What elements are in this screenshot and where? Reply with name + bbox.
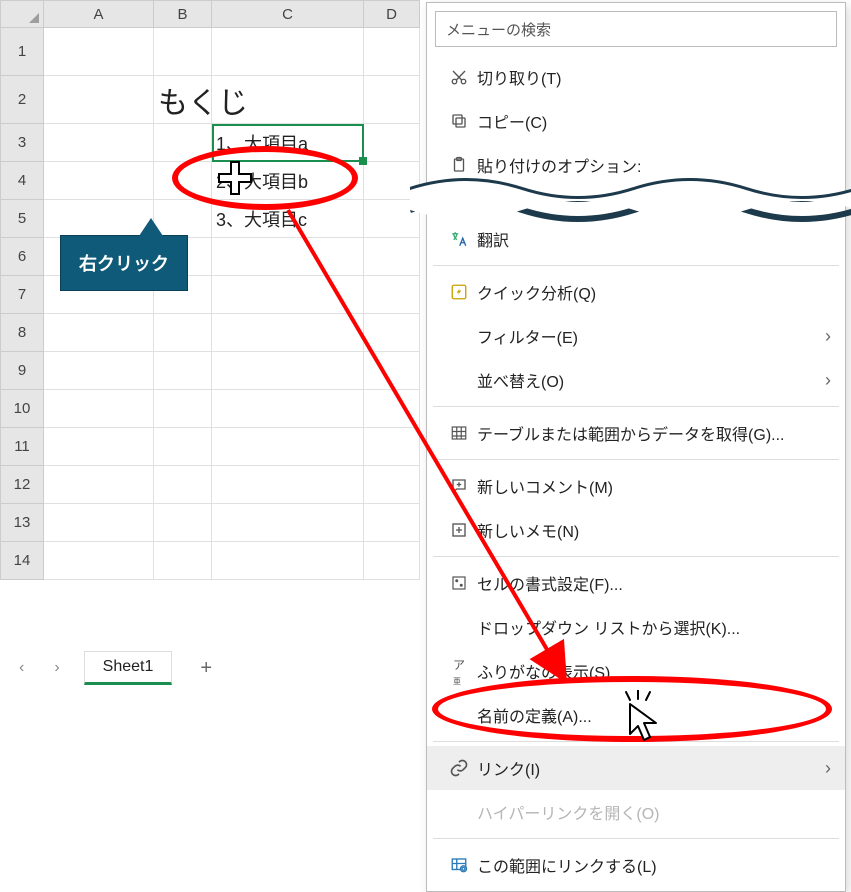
menu-sort-label: 並べ替え(O) <box>477 368 825 392</box>
menu-cut-label: 切り取り(T) <box>477 65 831 89</box>
quick-analysis-icon <box>441 283 477 301</box>
menu-quick-label: クイック分析(Q) <box>477 280 831 304</box>
menu-comment-label: 新しいコメント(M) <box>477 474 831 498</box>
col-header-B[interactable]: B <box>154 0 212 28</box>
table-icon <box>441 424 477 442</box>
menu-separator <box>433 556 839 557</box>
furigana-icon: ア亜 <box>441 656 477 687</box>
row-header-11[interactable]: 11 <box>0 428 44 466</box>
menu-linkrange-label: この範囲にリンクする(L) <box>477 853 831 877</box>
format-cells-icon <box>441 574 477 592</box>
col-header-D[interactable]: D <box>364 0 420 28</box>
menu-openlink-label: ハイパーリンクを開く(O) <box>477 800 831 824</box>
sheet-tab-bar: ‹ › Sheet1 + <box>13 648 413 688</box>
translate-icon <box>441 230 477 248</box>
menu-sort[interactable]: 並べ替え(O) › <box>427 358 845 402</box>
comment-icon <box>441 477 477 495</box>
row-header-12[interactable]: 12 <box>0 466 44 504</box>
link-icon <box>441 758 477 778</box>
menu-furigana[interactable]: ア亜 ふりがなの表示(S) <box>427 649 845 693</box>
row-header-3[interactable]: 3 <box>0 124 44 162</box>
menu-paste-options[interactable]: 貼り付けのオプション: <box>427 143 845 187</box>
menu-filter-label: フィルター(E) <box>477 324 825 348</box>
menu-link[interactable]: リンク(I) › <box>427 746 845 790</box>
link-range-icon <box>441 856 477 874</box>
chevron-right-icon: › <box>825 370 831 391</box>
note-icon <box>441 521 477 539</box>
menu-search-input[interactable]: メニューの検索 <box>435 11 837 47</box>
menu-translate-label: 翻訳 <box>477 227 831 251</box>
tab-next-button[interactable]: › <box>48 659 65 677</box>
add-sheet-button[interactable]: + <box>190 657 222 680</box>
paste-icon <box>441 156 477 174</box>
menu-table-label: テーブルまたは範囲からデータを取得(G)... <box>477 421 831 445</box>
menu-copy[interactable]: コピー(C) <box>427 99 845 143</box>
row-header-14[interactable]: 14 <box>0 542 44 580</box>
row-header-2[interactable]: 2 <box>0 76 44 124</box>
menu-link-label: リンク(I) <box>477 756 825 780</box>
menu-translate[interactable]: 翻訳 <box>427 217 845 261</box>
chevron-right-icon: › <box>825 326 831 347</box>
menu-separator <box>433 406 839 407</box>
col-header-A[interactable]: A <box>44 0 154 28</box>
cell-B2-title[interactable]: もくじ <box>154 76 212 124</box>
menu-separator <box>433 838 839 839</box>
col-header-C[interactable]: C <box>212 0 364 28</box>
chevron-right-icon: › <box>825 758 831 779</box>
callout-right-click: 右クリック <box>60 235 188 291</box>
menu-filter[interactable]: フィルター(E) › <box>427 314 845 358</box>
menu-dropdown-list[interactable]: ドロップダウン リストから選択(K)... <box>427 605 845 649</box>
context-menu: メニューの検索 切り取り(T) コピー(C) 貼り付けのオプション: 翻訳 クイ… <box>426 2 846 892</box>
row-header-7[interactable]: 7 <box>0 276 44 314</box>
menu-separator <box>433 741 839 742</box>
menu-paste-label: 貼り付けのオプション: <box>477 153 831 177</box>
row-header-1[interactable]: 1 <box>0 28 44 76</box>
menu-dropdown-label: ドロップダウン リストから選択(K)... <box>477 615 831 639</box>
cell-C5[interactable]: 3、大項目c <box>212 200 364 238</box>
menu-quick-analysis[interactable]: クイック分析(Q) <box>427 270 845 314</box>
menu-separator <box>433 459 839 460</box>
row-header-5[interactable]: 5 <box>0 200 44 238</box>
cut-icon <box>441 68 477 86</box>
menu-copy-label: コピー(C) <box>477 109 831 133</box>
column-header-row: A B C D <box>0 0 420 28</box>
copy-icon <box>441 112 477 130</box>
menu-separator <box>433 265 839 266</box>
menu-furigana-label: ふりがなの表示(S) <box>477 659 831 683</box>
select-all-corner[interactable] <box>0 0 44 28</box>
tab-prev-button[interactable]: ‹ <box>13 659 30 677</box>
row-header-8[interactable]: 8 <box>0 314 44 352</box>
cell-C4[interactable]: 2、大項目b <box>212 162 364 200</box>
row-header-9[interactable]: 9 <box>0 352 44 390</box>
menu-link-to-range[interactable]: この範囲にリンクする(L) <box>427 843 845 887</box>
menu-name-label: 名前の定義(A)... <box>477 703 831 727</box>
menu-new-comment[interactable]: 新しいコメント(M) <box>427 464 845 508</box>
row-header-4[interactable]: 4 <box>0 162 44 200</box>
menu-get-table-data[interactable]: テーブルまたは範囲からデータを取得(G)... <box>427 411 845 455</box>
row-header-6[interactable]: 6 <box>0 238 44 276</box>
menu-open-hyperlink: ハイパーリンクを開く(O) <box>427 790 845 834</box>
menu-note-label: 新しいメモ(N) <box>477 518 831 542</box>
row-header-13[interactable]: 13 <box>0 504 44 542</box>
row-header-10[interactable]: 10 <box>0 390 44 428</box>
menu-format-cells[interactable]: セルの書式設定(F)... <box>427 561 845 605</box>
sheet-tab-sheet1[interactable]: Sheet1 <box>84 651 173 685</box>
menu-new-note[interactable]: 新しいメモ(N) <box>427 508 845 552</box>
menu-define-name[interactable]: 名前の定義(A)... <box>427 693 845 737</box>
menu-format-label: セルの書式設定(F)... <box>477 571 831 595</box>
cell-C3-selected[interactable]: 1、大項目a <box>212 124 364 162</box>
menu-cut[interactable]: 切り取り(T) <box>427 55 845 99</box>
